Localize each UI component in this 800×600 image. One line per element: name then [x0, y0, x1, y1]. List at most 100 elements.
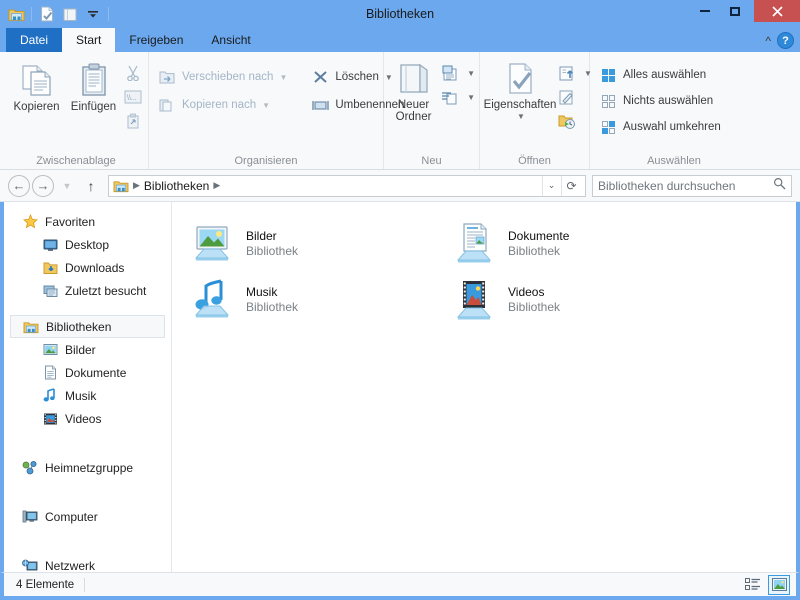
select-all-label: Alles auswählen: [623, 69, 707, 81]
group-label-organisieren: Organisieren: [234, 155, 298, 167]
tab-freigeben[interactable]: Freigeben: [115, 28, 197, 52]
quick-access-toolbar: [0, 4, 111, 24]
cut-icon[interactable]: [122, 62, 144, 84]
list-item-text: Videos Bibliothek: [508, 285, 560, 315]
sidebar-item-bilder[interactable]: Bilder: [4, 338, 171, 361]
minimize-button[interactable]: [690, 0, 720, 22]
edit-icon: [556, 86, 578, 108]
maximize-button[interactable]: [720, 0, 750, 22]
group-label-neu: Neu: [421, 155, 442, 167]
navigation-pane[interactable]: Favoriten Desktop Downloads Zuletzt besu…: [4, 202, 172, 572]
open-button[interactable]: ▼: [556, 62, 592, 84]
paste-shortcut-icon[interactable]: [122, 110, 144, 132]
sidebar-label-favoriten: Favoriten: [45, 214, 96, 229]
address-bar: ← → ▼ ↑ ▶ Bibliotheken ▶ ⌄ ⟳ Bibliotheke…: [0, 170, 800, 202]
copy-path-icon[interactable]: \\...: [122, 86, 144, 108]
ribbon: ^ ? Kopieren Einfügen \\... Zwischenabla…: [0, 32, 800, 170]
sidebar-item-favoriten[interactable]: Favoriten: [4, 210, 171, 233]
ribbon-group-oeffnen: Eigenschaften ▼ ▼ Öffnen: [480, 52, 592, 169]
sidebar-label-zuletzt-besucht: Zuletzt besucht: [65, 283, 147, 298]
pictures-icon: [42, 342, 58, 358]
status-bar: 4 Elemente: [0, 572, 800, 596]
list-item-subtitle: Bibliothek: [246, 244, 299, 258]
move-to-button[interactable]: Verschieben nach ▼: [153, 66, 290, 88]
breadcrumb-separator[interactable]: ▶: [133, 180, 140, 191]
close-button[interactable]: [754, 0, 800, 22]
new-item-button[interactable]: ▼: [439, 62, 475, 84]
new-folder-icon: [399, 63, 428, 93]
help-button[interactable]: ?: [777, 32, 794, 49]
computer-icon: [22, 509, 38, 525]
tab-datei[interactable]: Datei: [6, 28, 63, 52]
large-icons-view-button[interactable]: [768, 574, 790, 595]
invert-selection-button[interactable]: Auswahl umkehren: [594, 116, 724, 138]
list-item[interactable]: Musik Bibliothek: [184, 272, 446, 328]
copy-to-button[interactable]: Kopieren nach ▼: [153, 94, 290, 116]
star-icon: [22, 214, 38, 230]
select-none-button[interactable]: Nichts auswählen: [594, 90, 724, 112]
up-button[interactable]: ↑: [80, 175, 102, 197]
breadcrumb-separator-end[interactable]: ▶: [213, 180, 220, 191]
sidebar-label-videos: Videos: [65, 411, 102, 426]
list-item[interactable]: Videos Bibliothek: [446, 272, 708, 328]
title-bar: Bibliotheken: [0, 0, 800, 28]
edit-button[interactable]: [556, 86, 592, 108]
chevron-down-icon: ▼: [279, 72, 288, 82]
properties-button[interactable]: Eigenschaften ▼: [484, 58, 556, 121]
chevron-down-icon: ▼: [262, 100, 271, 110]
back-button[interactable]: ←: [8, 174, 30, 197]
ribbon-group-neu: Neuer Ordner ▼ ▼ Neu: [384, 52, 480, 169]
window-title: Bibliotheken: [365, 7, 435, 21]
sidebar-gap-2: [4, 430, 171, 456]
easy-access-button[interactable]: ▼: [439, 86, 475, 108]
sidebar-item-musik[interactable]: Musik: [4, 384, 171, 407]
new-folder-button[interactable]: Neuer Ordner: [388, 58, 439, 123]
sidebar-item-zuletzt-besucht[interactable]: Zuletzt besucht: [4, 279, 171, 302]
chevron-down-icon: ▼: [467, 92, 475, 102]
details-view-button[interactable]: [742, 575, 764, 595]
copy-button[interactable]: Kopieren: [8, 58, 65, 113]
tab-start[interactable]: Start: [62, 28, 116, 52]
ribbon-group-auswaehlen: Alles auswählen Nichts auswählen Auswahl…: [590, 52, 758, 169]
homegroup-icon: [22, 460, 38, 476]
address-dropdown-button[interactable]: ⌄: [542, 175, 560, 196]
sidebar-item-desktop[interactable]: Desktop: [4, 233, 171, 256]
select-all-button[interactable]: Alles auswählen: [594, 64, 724, 86]
customize-dropdown-icon[interactable]: [83, 4, 103, 24]
sidebar-item-videos[interactable]: Videos: [4, 407, 171, 430]
downloads-icon: [42, 260, 58, 276]
tab-ansicht[interactable]: Ansicht: [197, 28, 264, 52]
sidebar-item-dokumente[interactable]: Dokumente: [4, 361, 171, 384]
delete-icon: [309, 66, 331, 88]
properties-icon[interactable]: [37, 4, 57, 24]
sidebar-gap-4: [4, 528, 171, 554]
new-folder-label-line1: Neuer: [397, 99, 430, 111]
sidebar-label-dokumente: Dokumente: [65, 365, 127, 380]
refresh-button[interactable]: ⟳: [561, 175, 581, 196]
sidebar-item-downloads[interactable]: Downloads: [4, 256, 171, 279]
videos-icon: [42, 411, 58, 427]
sidebar-item-computer[interactable]: Computer: [4, 505, 171, 528]
sidebar-item-heimnetzgruppe[interactable]: Heimnetzgruppe: [4, 456, 171, 479]
group-label-oeffnen: Öffnen: [518, 155, 551, 167]
search-box[interactable]: Bibliotheken durchsuchen: [592, 174, 792, 197]
group-label-auswaehlen: Auswählen: [647, 155, 701, 167]
copy-icon: [21, 65, 51, 96]
forward-button[interactable]: →: [32, 174, 54, 197]
paste-button[interactable]: Einfügen: [65, 58, 122, 113]
history-button[interactable]: [556, 110, 592, 132]
breadcrumb-bibliotheken[interactable]: Bibliotheken: [144, 179, 209, 193]
group-label-zwischenablage: Zwischenablage: [36, 155, 116, 167]
file-list-view[interactable]: Bilder Bibliothek Dokumente Bibliothek M…: [172, 202, 796, 572]
libraries-icon[interactable]: [6, 4, 26, 24]
list-item[interactable]: Bilder Bibliothek: [184, 216, 446, 272]
list-item[interactable]: Dokumente Bibliothek: [446, 216, 708, 272]
breadcrumb-bar[interactable]: ▶ Bibliotheken ▶ ⌄ ⟳: [108, 174, 586, 197]
select-all-icon: [597, 64, 619, 86]
history-dropdown-button[interactable]: ▼: [56, 175, 78, 197]
new-folder-icon[interactable]: [60, 4, 80, 24]
chevron-up-icon[interactable]: ^: [765, 34, 771, 48]
search-input[interactable]: Bibliotheken durchsuchen: [598, 179, 773, 193]
sidebar-item-bibliotheken[interactable]: Bibliotheken: [10, 315, 165, 338]
sidebar-item-netzwerk[interactable]: Netzwerk: [4, 554, 171, 572]
